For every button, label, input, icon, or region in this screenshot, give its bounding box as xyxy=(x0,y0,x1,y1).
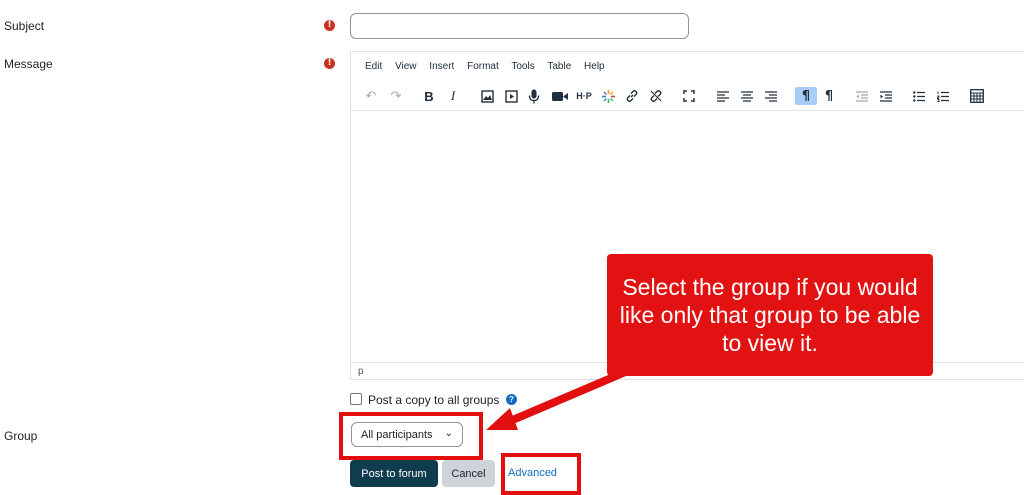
message-label: Message xyxy=(4,57,53,71)
redo-icon[interactable]: ↷ xyxy=(387,87,405,105)
editor-toolbar: ↶ ↷ B I H·P ¶ ¶ xyxy=(0,87,1024,105)
h5p-icon[interactable]: H·P xyxy=(574,87,594,105)
menu-format[interactable]: Format xyxy=(467,61,499,72)
rtl-icon[interactable]: ¶ xyxy=(820,87,838,105)
group-highlight-box xyxy=(339,412,483,460)
advanced-highlight-box xyxy=(501,453,581,495)
calculator-icon[interactable] xyxy=(968,87,986,105)
record-audio-icon[interactable] xyxy=(525,87,543,105)
group-label: Group xyxy=(4,429,38,443)
menu-tools[interactable]: Tools xyxy=(511,61,534,72)
unlink-icon[interactable] xyxy=(647,87,665,105)
editor-divider xyxy=(351,110,1024,111)
menu-insert[interactable]: Insert xyxy=(429,61,454,72)
cancel-button[interactable]: Cancel xyxy=(442,460,495,487)
menu-edit[interactable]: Edit xyxy=(365,61,382,72)
italic-icon[interactable]: I xyxy=(444,87,462,105)
fullscreen-icon[interactable] xyxy=(680,87,698,105)
post-copy-checkbox[interactable] xyxy=(350,393,362,405)
link-icon[interactable] xyxy=(623,87,641,105)
record-video-icon[interactable] xyxy=(550,87,570,105)
menu-view[interactable]: View xyxy=(395,61,417,72)
required-icon: ! xyxy=(324,58,335,69)
multimedia-icon[interactable] xyxy=(599,87,617,105)
indent-icon[interactable] xyxy=(877,87,895,105)
align-left-icon[interactable] xyxy=(714,87,732,105)
undo-icon[interactable]: ↶ xyxy=(362,87,380,105)
media-icon[interactable] xyxy=(502,87,520,105)
subject-label: Subject xyxy=(4,19,45,33)
post-to-forum-button[interactable]: Post to forum xyxy=(350,460,438,487)
image-icon[interactable] xyxy=(478,87,496,105)
outdent-icon[interactable] xyxy=(853,87,871,105)
numbered-list-icon[interactable] xyxy=(934,87,952,105)
required-icon: ! xyxy=(324,20,335,31)
annotation-callout: Select the group if you would like only … xyxy=(607,254,933,376)
subject-input[interactable] xyxy=(350,13,689,39)
editor-menubar: Edit View Insert Format Tools Table Help xyxy=(365,61,615,72)
ltr-icon[interactable]: ¶ xyxy=(795,87,817,105)
element-path[interactable]: p xyxy=(358,366,364,377)
bullet-list-icon[interactable] xyxy=(910,87,928,105)
menu-table[interactable]: Table xyxy=(547,61,571,72)
align-center-icon[interactable] xyxy=(738,87,756,105)
menu-help[interactable]: Help xyxy=(584,61,605,72)
bold-icon[interactable]: B xyxy=(420,87,438,105)
align-right-icon[interactable] xyxy=(762,87,780,105)
